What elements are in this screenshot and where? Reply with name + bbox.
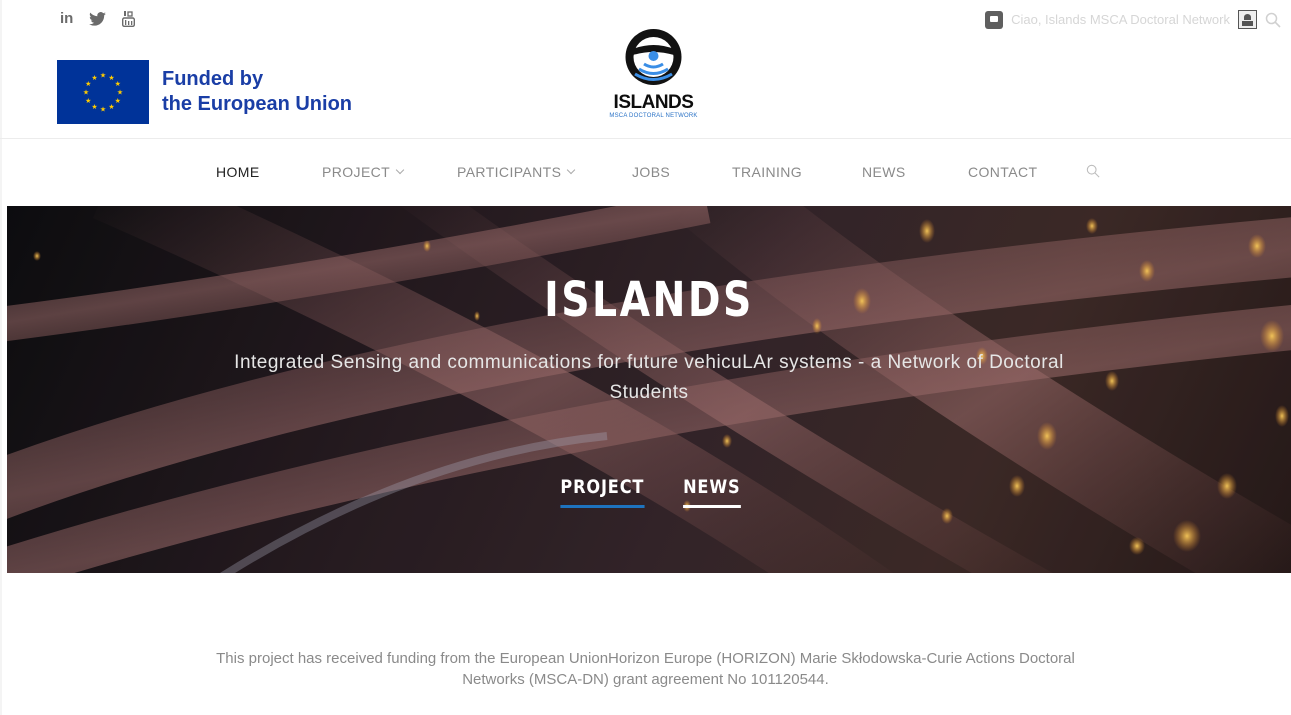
nav-label-home: HOME [216, 164, 260, 180]
twitter-icon[interactable] [89, 11, 107, 26]
eu-star: ★ [100, 72, 106, 80]
nav-item-home[interactable]: HOME [216, 164, 260, 180]
steering-wheel-icon [625, 29, 682, 85]
nav-item-training[interactable]: TRAINING [732, 164, 802, 180]
chevron-down-icon [395, 165, 405, 175]
social-links: in [60, 10, 136, 27]
nav-label-project: PROJECT [322, 164, 391, 180]
avatar[interactable] [1238, 10, 1257, 29]
nav-label-news: NEWS [862, 164, 906, 180]
eu-star: ★ [91, 74, 97, 82]
eu-star: ★ [108, 103, 114, 111]
hero-links: PROJECT NEWS [7, 476, 1291, 508]
logo-subtitle: MSCA DOCTORAL NETWORK [609, 113, 698, 119]
nav-item-jobs[interactable]: JOBS [632, 164, 670, 180]
eu-star: ★ [115, 97, 121, 105]
eu-star: ★ [91, 103, 97, 111]
nav-item-contact[interactable]: CONTACT [968, 164, 1037, 180]
nav-label-training: TRAINING [732, 164, 803, 180]
main-nav: HOME PROJECT PARTICIPANTS JOBS TRAINING … [0, 139, 1291, 206]
eu-funding-text: Funded by the European Union [162, 67, 352, 117]
site-logo[interactable]: ISLANDS MSCA DOCTORAL NETWORK [606, 25, 701, 120]
page-edge [0, 0, 2, 715]
nav-item-project[interactable]: PROJECT [322, 164, 405, 180]
eu-star: ★ [85, 97, 91, 105]
search-icon[interactable] [1086, 164, 1100, 178]
eu-star: ★ [117, 89, 123, 97]
logo-name: ISLANDS [613, 92, 694, 113]
nav-label-participants: PARTICIPANTS [457, 164, 562, 180]
user-greeting[interactable]: Ciao, Islands MSCA Doctoral Network [1011, 12, 1230, 27]
comments-icon[interactable] [985, 10, 1004, 29]
eu-star: ★ [100, 106, 106, 114]
eu-star: ★ [83, 89, 89, 97]
hero-project-link[interactable]: PROJECT [560, 476, 645, 508]
nav-item-news[interactable]: NEWS [862, 164, 906, 180]
nav-label-contact: CONTACT [968, 164, 1038, 180]
youtube-icon[interactable] [122, 10, 136, 27]
funding-statement: This project has received funding from t… [216, 650, 1075, 688]
eu-star: ★ [115, 80, 121, 88]
hero-subtitle: Integrated Sensing and communications fo… [234, 352, 1064, 403]
chevron-down-icon [567, 165, 576, 175]
search-icon[interactable] [1265, 12, 1281, 28]
hero-banner: ISLANDS Integrated Sensing and communica… [7, 206, 1291, 573]
linkedin-icon[interactable]: in [60, 10, 73, 27]
hero-title: ISLANDS [544, 272, 754, 328]
eu-line-1: Funded by [162, 68, 264, 90]
nav-item-participants[interactable]: PARTICIPANTS [457, 164, 576, 180]
eu-funding-badge: ★ ★ ★ ★ ★ ★ ★ ★ ★ ★ ★ ★ Funded by the European Unio… [57, 60, 352, 124]
user-area: Ciao, Islands MSCA Doctoral Network [985, 10, 1281, 29]
hero-news-link[interactable]: NEWS [682, 476, 741, 508]
eu-line-2: the European Union [162, 93, 352, 115]
nav-label-jobs: JOBS [632, 164, 671, 180]
eu-flag-icon: ★ ★ ★ ★ ★ ★ ★ ★ ★ ★ ★ ★ [57, 60, 149, 124]
